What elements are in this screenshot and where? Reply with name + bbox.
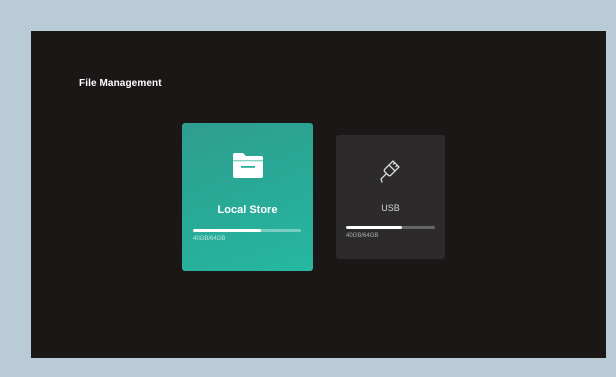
- local-store-card[interactable]: Local Store 40GB/64GB: [182, 123, 313, 271]
- usb-plug-icon: [380, 160, 400, 183]
- tv-screen: File Management Local Store 40GB/64GB US…: [31, 31, 606, 358]
- page-title: File Management: [79, 78, 162, 89]
- usb-label: USB: [381, 203, 400, 213]
- usb-progress-bar: [346, 226, 435, 229]
- local-store-progress-bar: [193, 229, 301, 232]
- local-store-progress-fill: [193, 229, 261, 232]
- folder-icon: [233, 153, 263, 178]
- usb-progress-fill: [346, 226, 402, 229]
- local-store-usage: 40GB/64GB: [193, 236, 226, 242]
- usb-card[interactable]: USB 40GB/64GB: [336, 135, 445, 259]
- usb-usage: 40GB/64GB: [346, 233, 379, 239]
- local-store-label: Local Store: [217, 204, 278, 216]
